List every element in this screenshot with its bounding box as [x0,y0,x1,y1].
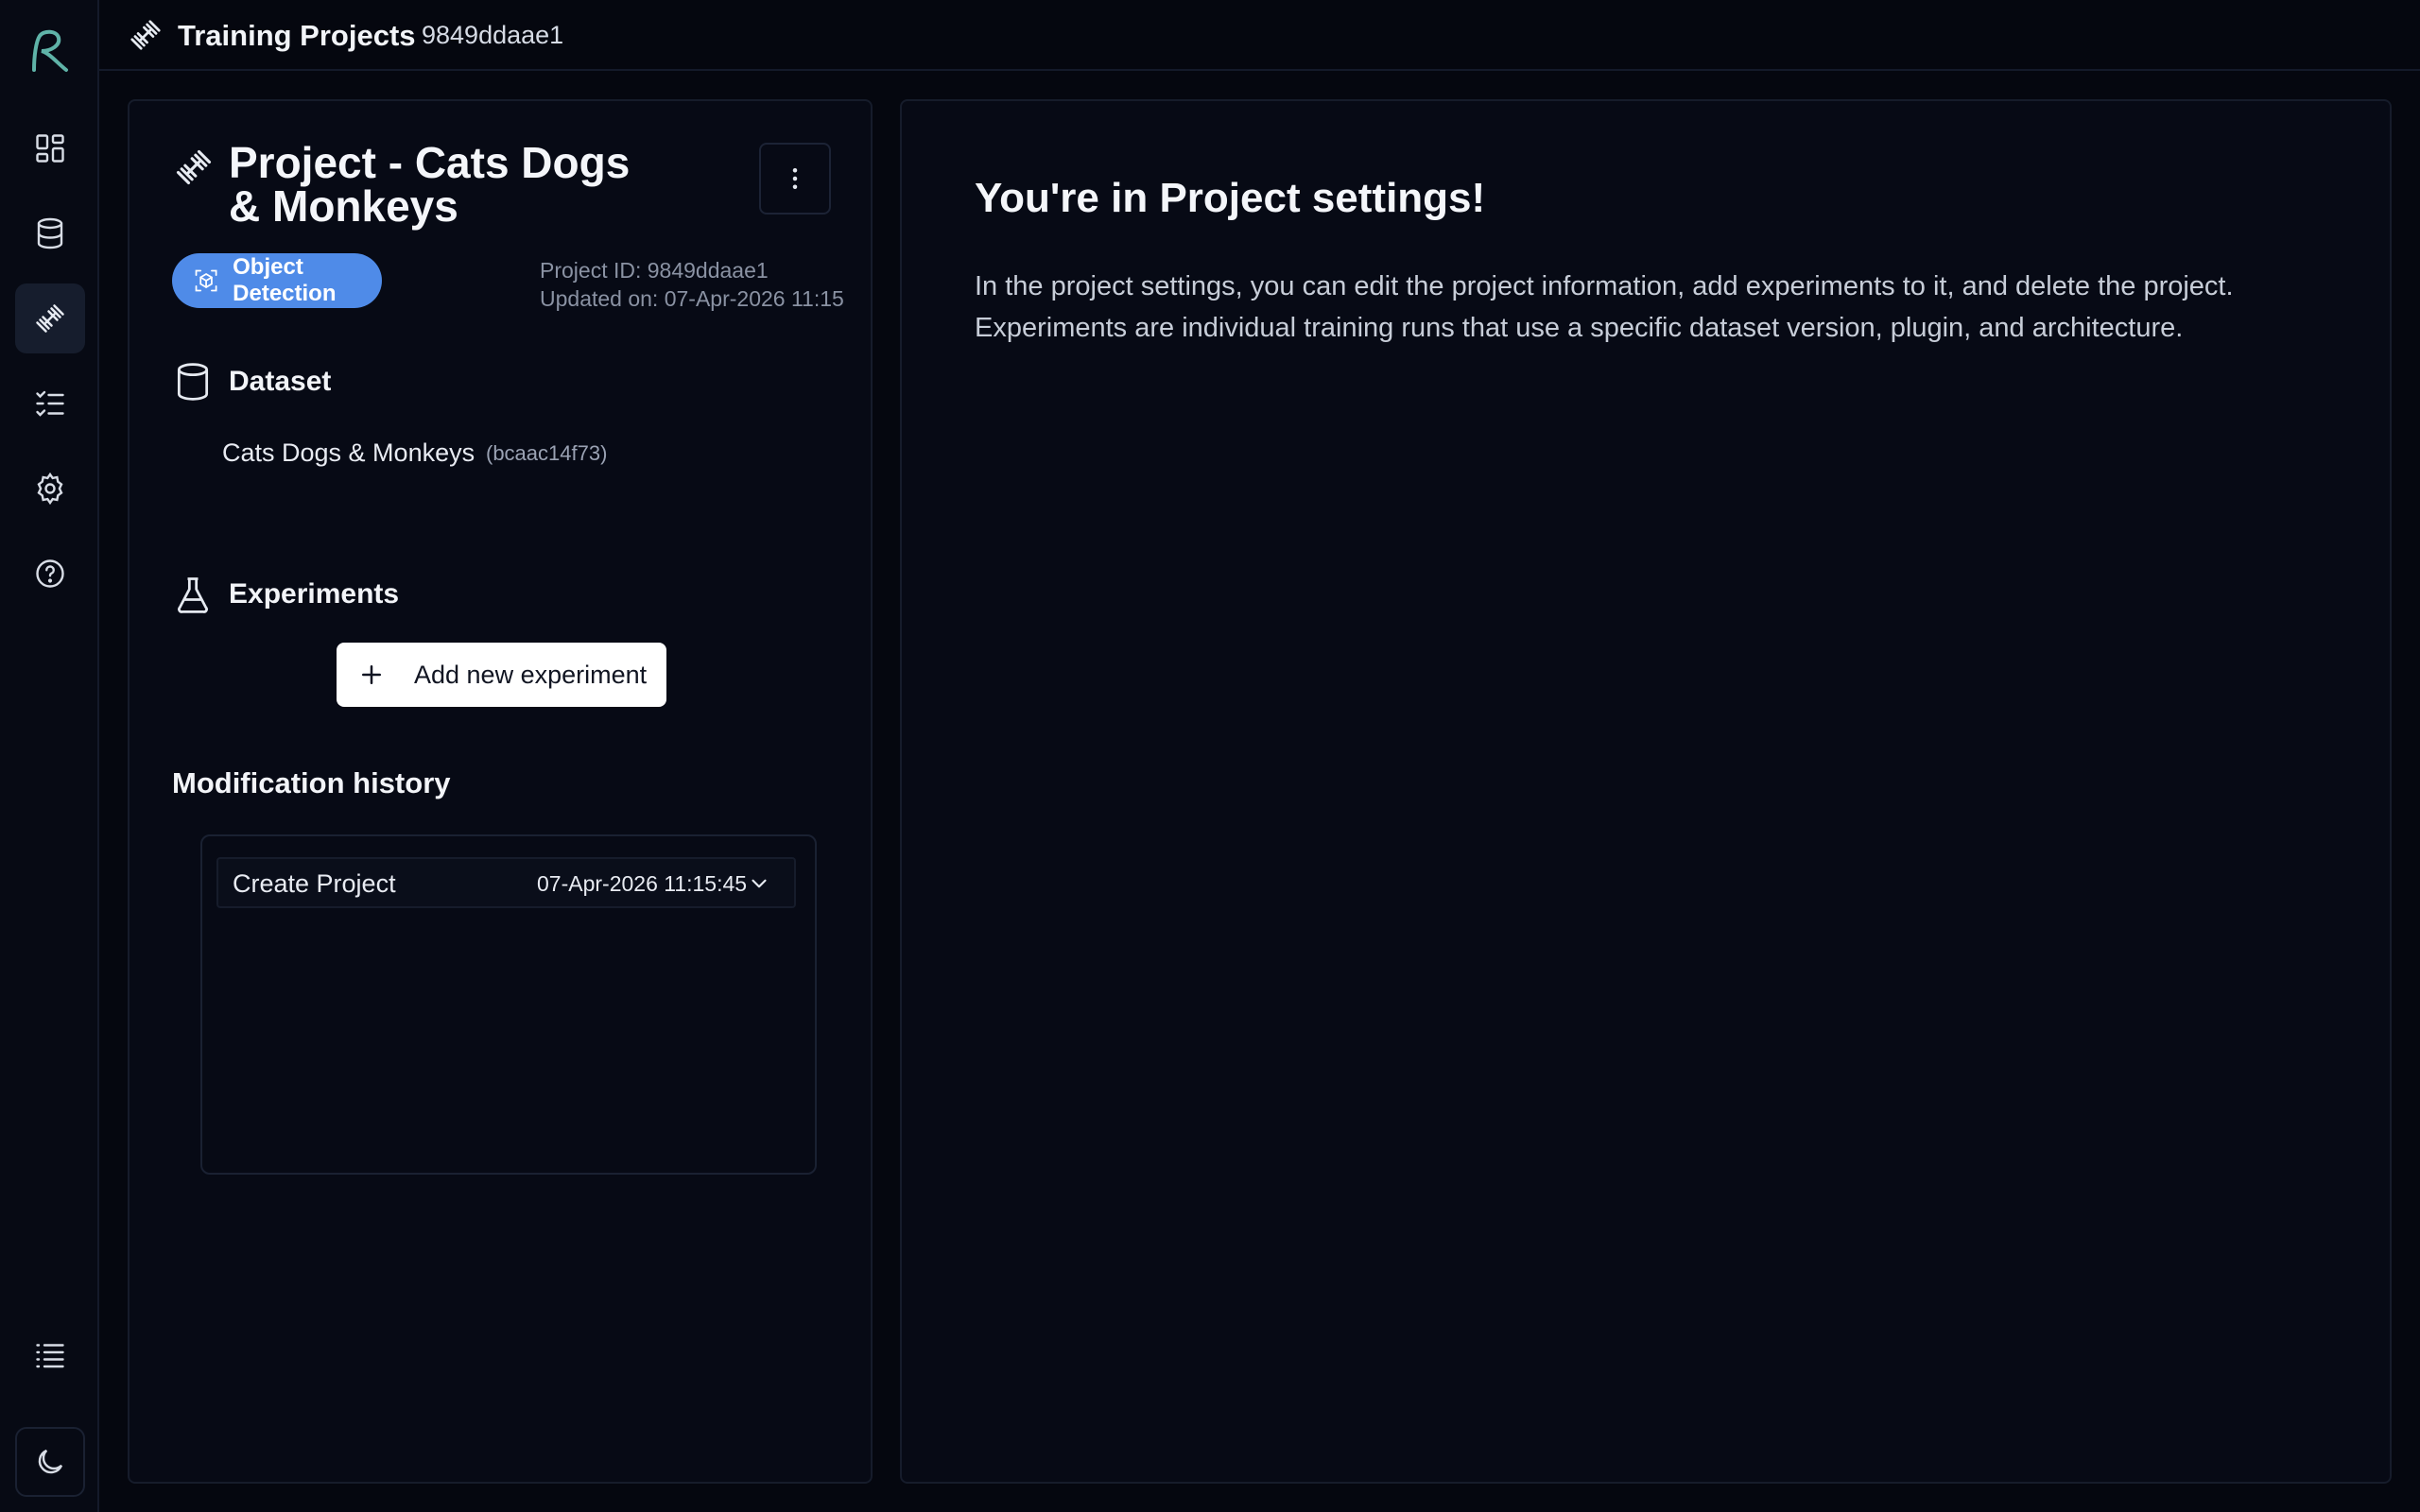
gear-icon [37,472,63,506]
dashboard-icon [36,134,64,163]
project-panel: Project - Cats Dogs & Monkeys Object Det… [128,99,873,1484]
sidebar-item-training-projects[interactable] [15,284,85,353]
dumbbell-icon [130,20,161,50]
database-icon [177,363,209,401]
history-item-timestamp: 07-Apr-2026 11:15:45 [537,871,748,896]
list-icon [36,1344,64,1368]
modification-history-heading: Modification history [172,766,451,799]
moon-icon [38,1449,63,1474]
dataset-section-heading: Dataset [172,361,331,403]
project-menu-button[interactable] [759,143,831,215]
add-experiment-button[interactable]: Add new experiment [337,643,666,707]
settings-info-title: You're in Project settings! [975,175,1486,221]
sidebar-item-activity[interactable] [15,1320,85,1390]
help-icon [36,559,64,588]
project-meta: Project ID: 9849ddaae1 Updated on: 07-Ap… [540,256,844,313]
sidebar-item-help[interactable] [15,539,85,609]
sidebar-item-tasks[interactable] [15,369,85,438]
plus-icon [362,665,381,684]
settings-info-line-2: Experiments are individual training runs… [975,313,2184,343]
sidebar-item-dashboard[interactable] [15,113,85,183]
dataset-heading-text: Dataset [229,366,332,397]
modification-history-list: Create Project 07-Apr-2026 11:15:45 [200,834,817,1175]
project-title: Project - Cats Dogs & Monkeys [229,138,631,231]
history-item[interactable]: Create Project 07-Apr-2026 11:15:45 [216,857,796,908]
sidebar-rail [0,0,99,1512]
project-type-label: Object Detection [233,254,337,306]
database-icon [37,217,63,249]
settings-info-panel: You're in Project settings! In the proje… [900,99,2392,1484]
dumbbell-icon [176,149,212,185]
sidebar-item-settings[interactable] [15,454,85,524]
breadcrumb-training-projects[interactable]: Training Projects [178,19,416,53]
dataset-name-link[interactable]: Cats Dogs & Monkeys [222,438,475,468]
add-experiment-label: Add new experiment [414,660,648,689]
checklist-icon [36,390,64,417]
project-type-badge: Object Detection [172,253,382,308]
chevron-down-icon[interactable] [747,871,771,896]
history-item-action: Create Project [233,869,396,898]
more-vertical-icon [792,168,798,189]
breadcrumb-project-id: 9849ddaae1 [422,21,564,49]
settings-info-text: In the project settings, you can edit th… [975,266,2345,349]
project-id-text: Project ID: 9849ddaae1 [540,258,769,283]
app-logo-icon[interactable] [28,28,70,74]
experiments-section-heading: Experiments [172,574,399,615]
top-header: Training Projects 9849ddaae1 [99,0,2420,71]
sidebar-item-datasets[interactable] [15,198,85,268]
app-root: Training Projects 9849ddaae1 Project - C… [0,0,2420,1512]
theme-toggle-button[interactable] [15,1427,85,1497]
object-detection-icon [195,269,217,292]
settings-info-line-1: In the project settings, you can edit th… [975,271,2234,301]
dumbbell-icon [36,304,64,333]
project-updated-text: Updated on: 07-Apr-2026 11:15 [540,286,844,311]
flask-icon [178,577,208,613]
dataset-version-hash: (bcaac14f73) [486,441,608,465]
experiments-heading-text: Experiments [229,578,400,610]
